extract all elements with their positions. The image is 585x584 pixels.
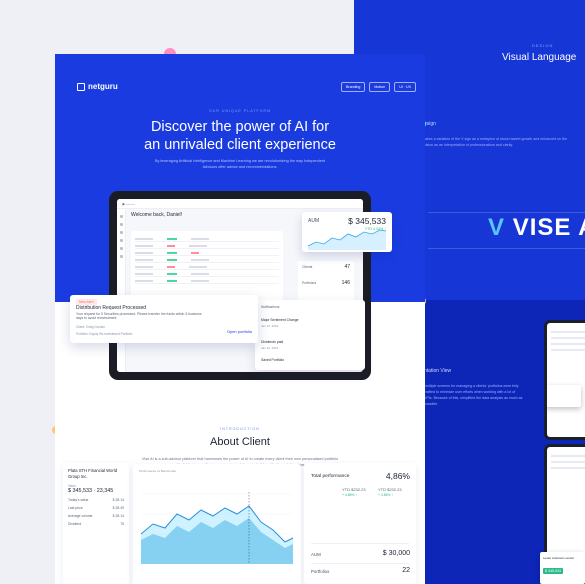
performance-area-chart bbox=[140, 492, 294, 564]
hero-kicker: OUR UNIQUE PLATFORM bbox=[208, 109, 272, 113]
aum-label: AUM bbox=[311, 552, 321, 557]
brand-word: VISE A bbox=[512, 214, 585, 241]
hero-title: Discover the power of AI for an unrivale… bbox=[55, 118, 425, 154]
alert-title: Distribution Request Processed bbox=[76, 305, 147, 311]
navigation-view-label: ntation View bbox=[424, 368, 452, 374]
aum-value: $ 30,000 bbox=[382, 550, 410, 557]
welcome-text: Welcome back, Daniel! bbox=[131, 212, 183, 218]
divider bbox=[311, 563, 409, 564]
row-value: $ 28.14 bbox=[112, 498, 124, 502]
notification-title[interactable]: Major Sentiment Change bbox=[261, 318, 299, 322]
notification-title[interactable]: Saved Portfolio bbox=[261, 358, 284, 362]
client-row: Last price $ 28.49 bbox=[68, 506, 124, 510]
alert-client-link[interactable]: Client: Craig Gordon bbox=[76, 325, 105, 329]
mini-screen-top bbox=[544, 320, 585, 440]
mini-client-name: Lester Anderson-center bbox=[543, 556, 575, 560]
guide-line bbox=[428, 212, 585, 213]
tag-pills: Branding Motion UI · UX bbox=[341, 82, 416, 92]
netguru-logo-icon bbox=[77, 82, 85, 91]
hero-subtitle: By leveraging Artificial Intelligence an… bbox=[154, 159, 326, 169]
client-row: Average volume $ 28.14 bbox=[68, 514, 124, 518]
client-metric: $ 345,533 · 23,345 bbox=[68, 488, 114, 494]
clients-count: 47 bbox=[344, 264, 350, 270]
row-key: Today's value bbox=[68, 498, 89, 502]
stats-column: Clients 47 Portfolios 146 bbox=[298, 261, 354, 301]
client-row: Today's value $ 28.14 bbox=[68, 498, 124, 502]
notifications-card: Notifications Major Sentiment Change Jan… bbox=[255, 300, 365, 370]
navigation-description: multiple screens for managing a clients'… bbox=[424, 384, 523, 406]
tablet-sidebar bbox=[117, 209, 126, 372]
row-value: $ 28.49 bbox=[112, 506, 124, 510]
tablet-topbar: ▣ ──── bbox=[117, 199, 363, 209]
row-key: Last price bbox=[68, 506, 83, 510]
mini-client-card: Lester Anderson-center $ 345,533 bbox=[540, 552, 585, 584]
hero-title-line-2: an unrivaled client experience bbox=[144, 137, 336, 153]
performance-panel: Total performance 4,86% YTD $232.23 + 4.… bbox=[304, 463, 416, 584]
design-description: takes a variation of the V sign as a met… bbox=[424, 137, 568, 147]
row-value: 75 bbox=[120, 522, 124, 526]
performance-chart-panel: Performance vs Benchmark bbox=[133, 464, 301, 584]
about-title: About Client bbox=[210, 436, 270, 448]
v-logo-icon: V bbox=[488, 214, 506, 241]
ytd-value-b: YTD $232.23 bbox=[378, 487, 402, 492]
aum-sparkline bbox=[307, 229, 387, 250]
row-value: $ 28.14 bbox=[112, 514, 124, 518]
client-name: Plata STH Financial World Group Inc. bbox=[68, 468, 118, 479]
ytd-change-b: + 4.86% ↑ bbox=[378, 493, 394, 497]
total-performance-label: Total performance bbox=[311, 474, 350, 479]
aum-card: AUM $ 345,533 YTD 4.34% ↑ bbox=[302, 212, 392, 252]
clients-table bbox=[131, 231, 283, 303]
client-panel: Plata STH Financial World Group Inc. Val… bbox=[63, 463, 129, 584]
mini-client-value: $ 345,533 bbox=[543, 568, 563, 574]
hero-title-line-1: Discover the power of AI for bbox=[150, 119, 330, 135]
pill-motion[interactable]: Motion bbox=[369, 82, 391, 92]
open-portfolio-button[interactable]: Open portfolio bbox=[227, 329, 252, 334]
logo-text: netguru bbox=[88, 82, 118, 91]
row-key: Average volume bbox=[68, 514, 93, 518]
netguru-logo[interactable]: netguru bbox=[77, 82, 118, 91]
notification-date: Jan 12, 2019 bbox=[261, 324, 279, 328]
ytd-value-a: YTD $232.23 bbox=[342, 487, 366, 492]
portfolios-value: 22 bbox=[402, 567, 410, 574]
notification-date: Jan 10, 2019 bbox=[261, 346, 279, 350]
clients-label: Clients bbox=[302, 265, 313, 269]
portfolios-count: 146 bbox=[341, 280, 350, 286]
pill-ui-ux[interactable]: UI · UX bbox=[394, 82, 416, 92]
client-row: Dividend 75 bbox=[68, 522, 124, 526]
alert-body: Your request for 5 Securities processed.… bbox=[76, 312, 202, 321]
alert-portfolio-link[interactable]: Portfolio: Equity Re-investment Portfoli… bbox=[76, 332, 132, 336]
portfolios-label: Portfolios bbox=[311, 569, 330, 574]
about-kicker: INTRODUCTION bbox=[220, 427, 260, 431]
notification-title[interactable]: Dividends paid bbox=[261, 340, 283, 344]
portfolios-label: Portfolios bbox=[302, 281, 317, 285]
vise-wordmark: V VISE A bbox=[488, 214, 585, 242]
row-key: Dividend bbox=[68, 522, 82, 526]
total-performance-value: 4,86% bbox=[385, 471, 410, 481]
notifications-header: Notifications bbox=[261, 305, 280, 309]
distribution-alert-card: New Alert Distribution Request Processed… bbox=[70, 295, 258, 343]
guide-line bbox=[428, 248, 585, 249]
visual-language-title: Visual Language bbox=[502, 52, 577, 63]
design-kicker: DESIGN bbox=[532, 43, 554, 48]
ytd-change-a: + 4.86% ↑ bbox=[342, 493, 358, 497]
divider bbox=[311, 543, 409, 544]
pill-branding[interactable]: Branding bbox=[341, 82, 366, 92]
